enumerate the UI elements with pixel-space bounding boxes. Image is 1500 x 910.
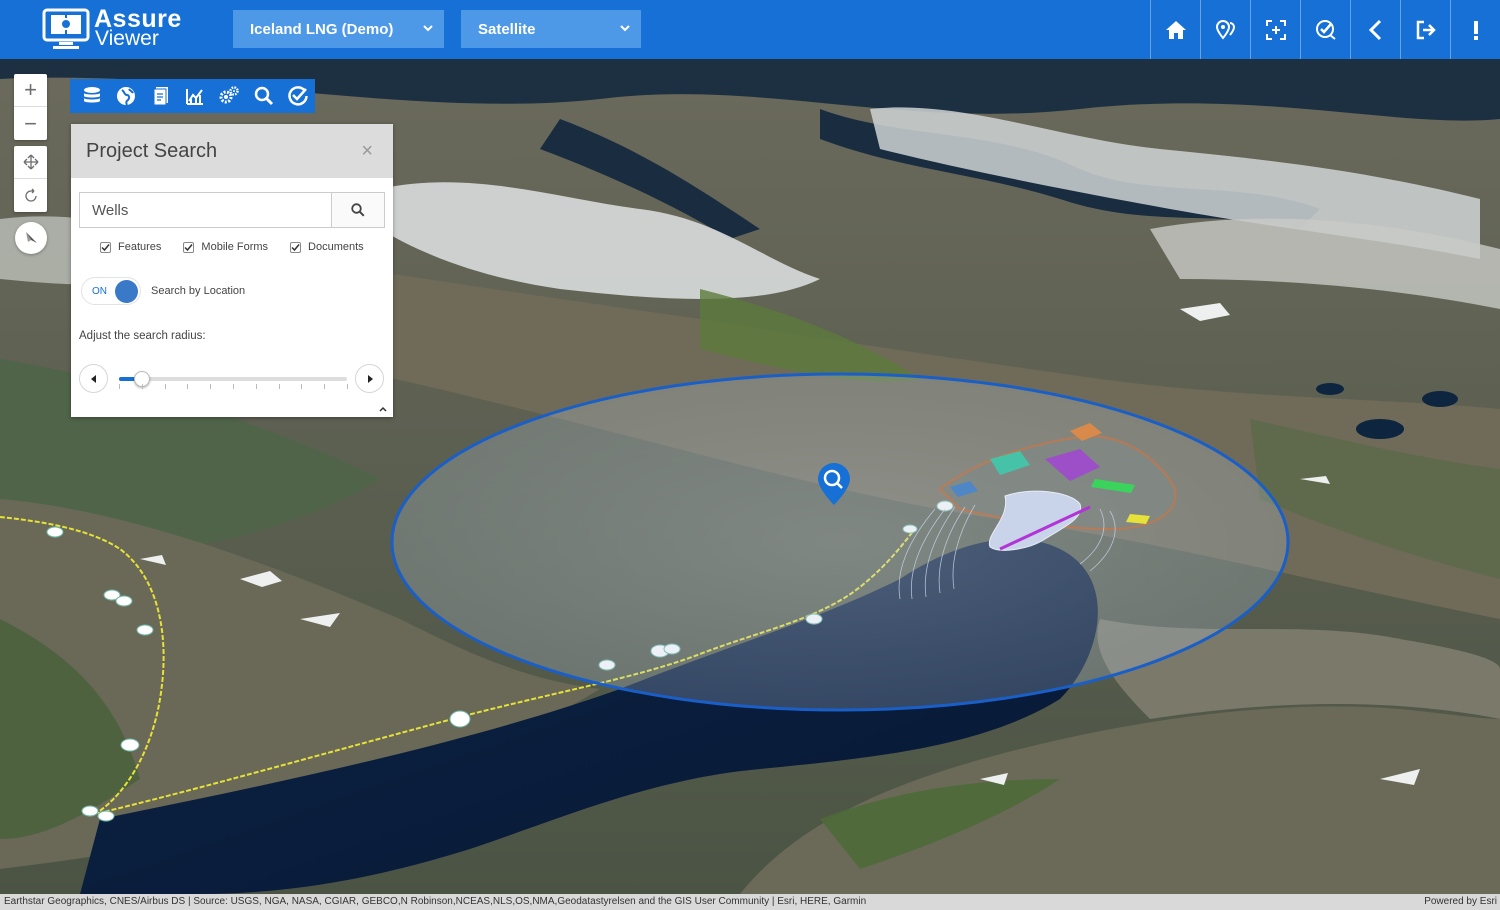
map-pin-icon	[1215, 19, 1235, 40]
documents-icon	[153, 87, 168, 106]
slider-tick	[187, 384, 189, 389]
documents-button[interactable]	[144, 79, 178, 113]
checkbox-features[interactable]	[100, 241, 111, 253]
search-input[interactable]	[80, 193, 331, 227]
location-toggle-row: ON Search by Location	[81, 277, 245, 305]
globe-icon	[117, 87, 136, 106]
filter-label: Features	[118, 241, 162, 253]
slider-tick	[255, 384, 257, 389]
alert-icon	[1473, 20, 1478, 40]
radius-label: Adjust the search radius:	[79, 330, 206, 342]
basemap-select[interactable]: Satellite	[461, 10, 641, 48]
navigation-controls	[14, 146, 47, 212]
slider-tick	[278, 384, 280, 389]
compass-button[interactable]	[15, 222, 47, 254]
slider-tick	[301, 384, 303, 389]
close-button[interactable]: ×	[361, 141, 373, 161]
tools-toolbar	[70, 79, 315, 113]
logout-icon	[1416, 20, 1436, 39]
layers-icon	[84, 87, 101, 103]
check-tool-icon	[1315, 19, 1336, 40]
logo-monitor-icon	[41, 7, 91, 51]
search-filters: Features Mobile Forms Documents	[100, 241, 386, 253]
logo-title: Assure	[94, 5, 182, 33]
filter-features[interactable]: Features	[100, 241, 161, 253]
checkbox-documents[interactable]	[290, 241, 302, 253]
filter-documents[interactable]: Documents	[290, 241, 364, 253]
analytics-button[interactable]	[178, 79, 212, 113]
home-button[interactable]	[1150, 0, 1200, 59]
filter-label: Mobile Forms	[201, 241, 269, 253]
slider-tick	[210, 384, 212, 389]
project-select-value: Iceland LNG (Demo)	[250, 20, 394, 38]
settings-button[interactable]	[212, 79, 246, 113]
app-logo[interactable]: Assure Viewer	[41, 6, 182, 52]
basemap-select-value: Satellite	[478, 20, 536, 38]
search-submit-button[interactable]	[331, 193, 384, 227]
header-actions	[1150, 0, 1500, 59]
zoom-controls: + −	[14, 74, 47, 140]
pan-icon	[23, 154, 38, 170]
chevron-down-icon	[423, 25, 433, 32]
map-attribution: Earthstar Geographics, CNES/Airbus DS | …	[0, 894, 1500, 910]
check-icon	[291, 243, 300, 251]
check-icon	[184, 243, 194, 251]
checkbox-mobile-forms[interactable]	[183, 241, 195, 253]
home-icon	[1165, 20, 1186, 39]
layers-button[interactable]	[75, 79, 109, 113]
zoom-in-button[interactable]: +	[14, 74, 47, 107]
caret-left-icon	[90, 374, 96, 383]
search-icon	[254, 86, 273, 106]
filter-mobile-forms[interactable]: Mobile Forms	[183, 241, 268, 253]
panel-header: Project Search	[71, 124, 393, 178]
toggle-state: ON	[92, 286, 107, 297]
settings-icon	[219, 86, 240, 104]
zoom-extent-button[interactable]	[1250, 0, 1300, 59]
attribution-text: Earthstar Geographics, CNES/Airbus DS | …	[4, 896, 867, 907]
check-circle-icon	[288, 86, 308, 106]
chevron-down-icon	[620, 25, 630, 32]
caret-right-icon	[367, 374, 373, 383]
search-box	[79, 192, 385, 228]
search-by-location-toggle[interactable]: ON	[81, 277, 141, 305]
powered-by[interactable]: Powered by Esri	[1424, 894, 1497, 910]
collapse-icon[interactable]	[378, 404, 388, 414]
panel-title: Project Search	[86, 139, 218, 162]
zoom-out-button[interactable]: −	[14, 107, 47, 140]
slider-tick	[164, 384, 166, 389]
rotate-icon	[24, 188, 37, 202]
back-button[interactable]	[1350, 0, 1400, 59]
validate-button[interactable]	[1300, 0, 1350, 59]
check-icon	[101, 243, 110, 251]
validate-tool-button[interactable]	[281, 79, 315, 113]
alerts-button[interactable]	[1450, 0, 1500, 59]
search-icon	[351, 203, 365, 217]
zoom-extent-icon	[1265, 19, 1286, 40]
radius-slider	[79, 364, 385, 394]
filter-label: Documents	[308, 241, 364, 253]
radius-increase-button[interactable]	[355, 364, 384, 393]
project-select[interactable]: Iceland LNG (Demo)	[233, 10, 444, 48]
slider-tick	[233, 384, 234, 389]
basemap-button[interactable]	[109, 79, 143, 113]
slider-tick	[347, 384, 348, 389]
slider-tick	[324, 384, 326, 389]
search-tool-button[interactable]	[246, 79, 280, 113]
logout-button[interactable]	[1400, 0, 1450, 59]
project-search-panel: Project Search × Features Mobile Forms D…	[71, 124, 393, 417]
slider-tick	[141, 384, 143, 389]
radius-decrease-button[interactable]	[79, 364, 108, 393]
compass-icon	[26, 232, 37, 243]
top-bar: Assure Viewer Iceland LNG (Demo) Satelli…	[0, 0, 1500, 59]
pan-button[interactable]	[14, 146, 47, 179]
toggle-knob	[115, 280, 138, 303]
back-icon	[1368, 19, 1381, 40]
locate-button[interactable]	[1200, 0, 1250, 59]
slider-ticks	[119, 384, 348, 390]
chart-icon	[185, 89, 203, 105]
toggle-label: Search by Location	[151, 285, 246, 297]
slider-tick	[119, 384, 120, 389]
rotate-button[interactable]	[14, 179, 47, 212]
slider-track[interactable]	[119, 371, 347, 387]
